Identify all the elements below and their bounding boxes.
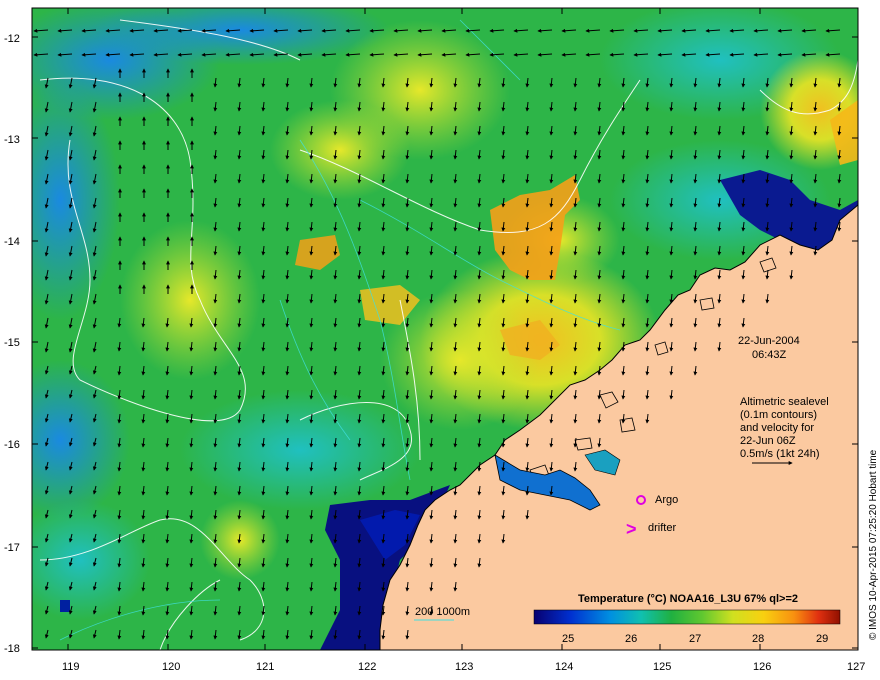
latitude-labels: -12 -13 -14 -15 -16 -17 -18 <box>4 33 20 655</box>
lon-label-127: 127 <box>847 661 865 673</box>
lon-label-122: 122 <box>358 661 376 673</box>
description-line-2: (0.1m contours) <box>740 409 817 421</box>
colorbar-tick-28: 28 <box>752 633 764 645</box>
lon-label-126: 126 <box>753 661 771 673</box>
lat-label-14: -14 <box>4 236 20 248</box>
sst-map: Argo > drifter 22-Jun-2004 06:43Z Altime… <box>4 7 879 673</box>
argo-label: Argo <box>655 494 678 506</box>
lon-label-125: 125 <box>653 661 671 673</box>
bathymetry-legend-label: 200 1000m <box>415 606 470 618</box>
colorbar-tick-25: 25 <box>562 633 574 645</box>
lon-label-123: 123 <box>455 661 473 673</box>
lat-label-16: -16 <box>4 439 20 451</box>
credit-text: © IMOS 10-Apr-2015 07:25:20 Hobart time <box>868 449 879 640</box>
date-label: 22-Jun-2004 <box>738 335 800 347</box>
longitude-labels: 119 120 121 122 123 124 125 126 127 <box>62 661 865 673</box>
plot-area: Argo > drifter 22-Jun-2004 06:43Z Altime… <box>32 8 858 650</box>
lat-label-13: -13 <box>4 134 20 146</box>
description-line-5: 0.5m/s (1kt 24h) <box>740 448 819 460</box>
lon-label-119: 119 <box>62 661 80 673</box>
drifter-label: drifter <box>648 522 676 534</box>
description-line-4: 22-Jun 06Z <box>740 435 796 447</box>
lon-label-121: 121 <box>256 661 274 673</box>
description-line-1: Altimetric sealevel <box>740 396 829 408</box>
colorbar-title: Temperature (°C) NOAA16_L3U 67% ql>=2 <box>578 593 798 605</box>
time-label: 06:43Z <box>752 349 787 361</box>
lat-label-17: -17 <box>4 542 20 554</box>
colorbar-tick-29: 29 <box>816 633 828 645</box>
drifter-marker: > <box>626 519 637 539</box>
colorbar-tick-27: 27 <box>689 633 701 645</box>
description-line-3: and velocity for <box>740 422 814 434</box>
colorbar-tick-26: 26 <box>625 633 637 645</box>
lat-label-18: -18 <box>4 643 20 655</box>
colorbar <box>533 609 841 625</box>
lat-label-15: -15 <box>4 337 20 349</box>
lon-label-120: 120 <box>162 661 180 673</box>
lon-label-124: 124 <box>555 661 573 673</box>
lat-label-12: -12 <box>4 33 20 45</box>
